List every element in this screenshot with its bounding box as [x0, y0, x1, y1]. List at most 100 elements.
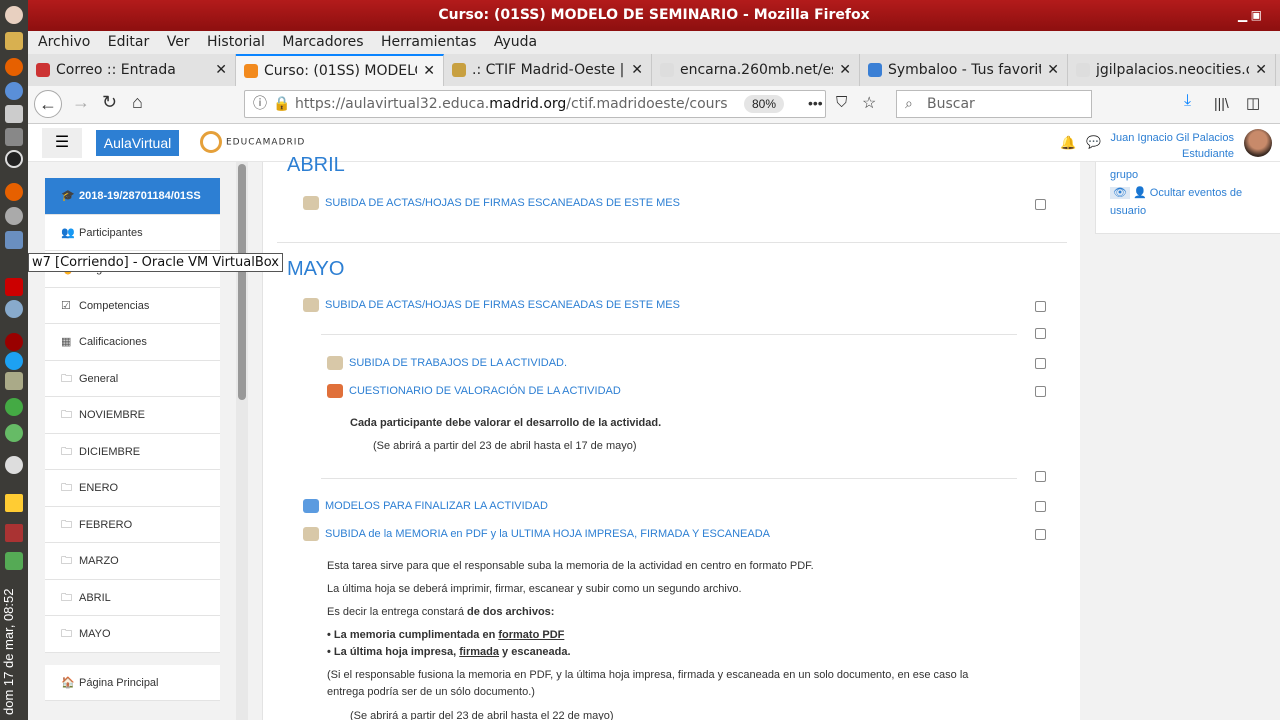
tab[interactable]: Correo :: Entrada ✕ — [28, 54, 236, 86]
sidebar-item[interactable]: ▦ Calificaciones — [45, 324, 220, 361]
sidebar-item[interactable]: 👥 Participantes — [45, 214, 220, 251]
tab[interactable]: jgilpalacios.neocities.org/ ✕ — [1068, 54, 1276, 86]
dropbox-icon[interactable] — [5, 456, 23, 474]
completion-checkbox[interactable] — [1035, 199, 1046, 210]
terminal-icon[interactable] — [5, 150, 23, 168]
menu-marcadores[interactable]: Marcadores — [282, 34, 363, 50]
completion-checkbox[interactable] — [1035, 386, 1046, 397]
sidebar-item-label: DICIEMBRE — [79, 445, 141, 458]
sidebar-item[interactable]: 🗀 DICIEMBRE — [45, 433, 220, 470]
app-icon[interactable] — [5, 372, 23, 390]
sidebar-icon: 🗀 — [61, 555, 72, 567]
menu-ayuda[interactable]: Ayuda — [494, 34, 537, 50]
app-icon[interactable] — [5, 207, 23, 225]
search-input[interactable]: ⌕ Buscar — [896, 90, 1092, 118]
close-tab-icon[interactable]: ✕ — [1255, 62, 1267, 78]
sidebar-scrollbar[interactable] — [236, 162, 248, 720]
files-icon[interactable] — [5, 105, 23, 123]
sidebar-icon: 🗀 — [61, 591, 72, 604]
completion-checkbox[interactable] — [1035, 501, 1046, 512]
window-title: Curso: (01SS) MODELO DE SEMINARIO - Mozi… — [28, 0, 1280, 31]
menu-toggle-button[interactable]: ☰ — [42, 128, 82, 158]
paragraph: La última hoja se deberá imprimir, firma… — [327, 583, 742, 595]
skype-icon[interactable] — [5, 352, 23, 370]
app-icon[interactable] — [5, 333, 23, 351]
tab[interactable]: Curso: (01SS) MODELO ✕ — [236, 54, 444, 86]
aulavirtual-button[interactable]: AulaVirtual — [96, 130, 179, 156]
folder-link[interactable]: MODELOS PARA FINALIZAR LA ACTIVIDAD — [303, 499, 548, 513]
bell-icon[interactable]: 🔔 — [1060, 135, 1076, 151]
activity-link[interactable]: SUBIDA de la MEMORIA en PDF y la ULTIMA … — [303, 527, 770, 541]
sidebar-item[interactable]: 🗀 General — [45, 360, 220, 397]
activity-link[interactable]: SUBIDA DE ACTAS/HOJAS DE FIRMAS ESCANEAD… — [303, 298, 680, 312]
close-tab-icon[interactable]: ✕ — [1047, 62, 1059, 78]
completion-checkbox[interactable] — [1035, 328, 1046, 339]
bullet-item: • La memoria cumplimentada en formato PD… — [327, 629, 565, 641]
library-icon[interactable]: |||\ — [1214, 95, 1229, 111]
tab[interactable]: .: CTIF Madrid-Oeste | N ✕ — [444, 54, 652, 86]
zoom-level[interactable]: 80% — [744, 95, 785, 113]
menu-herramientas[interactable]: Herramientas — [381, 34, 476, 50]
app-icon[interactable] — [5, 278, 23, 296]
avatar[interactable] — [1244, 129, 1272, 157]
chat-icon[interactable]: 💬 — [1086, 135, 1101, 149]
pocket-icon[interactable]: ⛉ — [836, 94, 847, 111]
menu-editar[interactable]: Editar — [108, 34, 149, 50]
app-icon[interactable] — [5, 300, 23, 318]
educamadrid-logo[interactable]: EDUCAMADRID — [200, 131, 305, 153]
completion-checkbox[interactable] — [1035, 301, 1046, 312]
completion-checkbox[interactable] — [1035, 471, 1046, 482]
scrollbar-thumb[interactable] — [238, 164, 246, 400]
activity-link[interactable]: CUESTIONARIO DE VALORACIÓN DE LA ACTIVID… — [327, 384, 621, 398]
calendar-filter-grupo[interactable]: grupo — [1110, 166, 1266, 184]
activity-link[interactable]: SUBIDA DE TRABAJOS DE LA ACTIVIDAD. — [327, 356, 567, 370]
page-actions-icon[interactable]: ••• — [808, 95, 823, 111]
sidebar-item[interactable]: 🗀 NOVIEMBRE — [45, 397, 220, 434]
stats-icon[interactable] — [5, 494, 23, 512]
url-bar[interactable]: ⓘ 🔒 https://aulavirtual32.educa.madrid.o… — [244, 90, 826, 118]
window-controls[interactable]: ▁ ▣ — [1238, 8, 1274, 22]
sidebar-toggle-icon[interactable]: ◫ — [1246, 94, 1260, 112]
close-tab-icon[interactable]: ✕ — [631, 62, 643, 78]
editor-icon[interactable] — [5, 32, 23, 50]
sidebar-item[interactable]: ☑ Competencias — [45, 287, 220, 324]
sidebar-item[interactable]: 🎓 2018-19/28701184/01SS — [45, 178, 220, 215]
sidebar-item[interactable]: 🗀 ABRIL — [45, 579, 220, 616]
activity-link[interactable]: SUBIDA DE ACTAS/HOJAS DE FIRMAS ESCANEAD… — [303, 196, 680, 210]
info-icon[interactable]: ⓘ — [253, 91, 267, 117]
menu-ver[interactable]: Ver — [167, 34, 190, 50]
close-tab-icon[interactable]: ✕ — [423, 63, 435, 79]
firefox-icon[interactable] — [5, 183, 23, 201]
bookmark-star-icon[interactable]: ☆ — [862, 93, 876, 113]
toggle-user-events[interactable]: 👁 👤 Ocultar eventos de usuario — [1110, 184, 1266, 220]
close-tab-icon[interactable]: ✕ — [215, 62, 227, 78]
chromium-icon[interactable] — [5, 82, 23, 100]
sidebar-item[interactable]: 🗀 ENERO — [45, 470, 220, 507]
tab[interactable]: encarna.260mb.net/esite ✕ — [652, 54, 860, 86]
back-button[interactable]: ← — [34, 90, 62, 118]
firefox-icon[interactable] — [5, 58, 23, 76]
audio-icon[interactable] — [5, 524, 23, 542]
download-icon[interactable]: ⤓ — [1184, 92, 1191, 110]
menu-historial[interactable]: Historial — [207, 34, 265, 50]
lock-icon: 🔒 — [273, 96, 291, 112]
user-menu[interactable]: Juan Ignacio Gil Palacios Estudiante — [1110, 130, 1234, 162]
completion-checkbox[interactable] — [1035, 358, 1046, 369]
forward-button[interactable]: → — [72, 92, 90, 113]
sidebar-item[interactable]: 🗀 MAYO — [45, 616, 220, 653]
dash-icon[interactable] — [5, 6, 23, 24]
virtualbox-icon[interactable] — [5, 231, 23, 249]
sidebar-item[interactable]: 🗀 MARZO — [45, 543, 220, 580]
sidebar-item[interactable]: 🗀 FEBRERO — [45, 506, 220, 543]
menu-archivo[interactable]: Archivo — [38, 34, 90, 50]
tab[interactable]: Symbaloo - Tus favorit ✕ — [860, 54, 1068, 86]
home-button[interactable]: ⌂ — [132, 92, 143, 113]
app-icon[interactable] — [5, 398, 23, 416]
completion-checkbox[interactable] — [1035, 529, 1046, 540]
app-icon[interactable] — [5, 128, 23, 146]
assignment-icon — [327, 356, 343, 370]
close-tab-icon[interactable]: ✕ — [839, 62, 851, 78]
sidebar-item[interactable]: 🏠 Página Principal — [45, 664, 220, 701]
app-icon[interactable] — [5, 424, 23, 442]
reload-button[interactable]: ↻ — [102, 92, 117, 113]
